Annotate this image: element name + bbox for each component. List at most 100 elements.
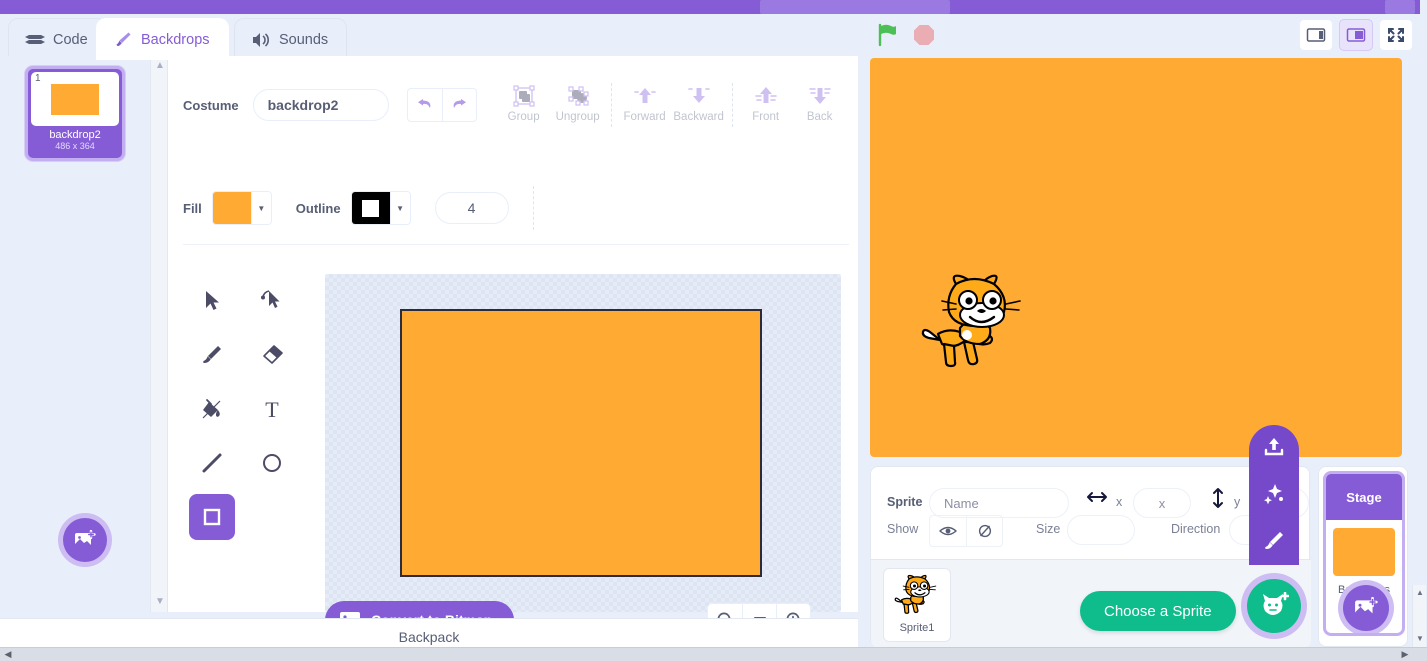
x-input[interactable]: x xyxy=(1133,488,1191,518)
fill-color-picker[interactable]: ▼ xyxy=(211,191,272,225)
stop-button[interactable] xyxy=(911,22,937,53)
backdrop-dimensions: 486 x 364 xyxy=(55,141,95,151)
show-button[interactable] xyxy=(930,516,966,546)
reshape-tool[interactable] xyxy=(249,278,295,324)
choose-sprite-fab[interactable] xyxy=(1247,579,1301,633)
tab-backdrops[interactable]: Backdrops xyxy=(96,18,229,60)
circle-tool[interactable] xyxy=(249,440,295,486)
scroll-down-icon[interactable]: ▼ xyxy=(154,596,166,608)
speaker-icon xyxy=(251,30,271,50)
fill-label: Fill xyxy=(183,200,202,216)
outline-width-input[interactable]: 4 xyxy=(434,192,509,224)
front-button[interactable]: Front xyxy=(739,83,793,123)
tab-label: Sounds xyxy=(279,31,329,48)
undo-button[interactable] xyxy=(408,89,442,121)
eraser-tool[interactable] xyxy=(249,332,295,378)
forward-button[interactable]: Forward xyxy=(618,83,672,123)
tab-bar: Code Backdrops Sounds xyxy=(0,14,860,60)
choose-backdrop-wrapper xyxy=(1338,580,1394,633)
paint-editor: 1 backdrop2 486 x 364 ▲ ▼ Costume backdr… xyxy=(0,56,858,639)
scratch-editor: Code Backdrops Sounds 1 backdrop2 486 x … xyxy=(0,0,1427,661)
paint-toolbar-row-1: Costume backdrop2 Group Ungroup Forward … xyxy=(183,76,847,134)
paint-sprite-button[interactable] xyxy=(1262,529,1286,558)
redo-button[interactable] xyxy=(441,89,476,121)
outline-color-picker[interactable]: ▼ xyxy=(350,191,411,225)
undo-icon xyxy=(417,99,430,108)
scroll-right-icon[interactable]: ▶ xyxy=(1399,649,1411,661)
stage-title: Stage xyxy=(1326,474,1402,520)
canvas-rectangle-shape[interactable] xyxy=(400,309,762,577)
scroll-up-icon[interactable]: ▲ xyxy=(1415,588,1425,598)
costume-name-input[interactable]: backdrop2 xyxy=(252,89,389,121)
text-tool[interactable]: T xyxy=(249,386,295,432)
reshape-icon xyxy=(261,290,280,308)
upload-sprite-button[interactable] xyxy=(1262,435,1286,464)
scroll-down-icon[interactable]: ▼ xyxy=(1415,634,1425,644)
large-stage-button[interactable] xyxy=(1339,19,1373,51)
sprite-label: Sprite xyxy=(887,495,923,509)
backdrop-list-scrollbar[interactable]: ▲ ▼ xyxy=(150,56,168,612)
scroll-left-icon[interactable]: ◀ xyxy=(2,649,14,661)
ungroup-icon xyxy=(568,86,589,106)
green-flag-button[interactable] xyxy=(875,22,901,53)
scroll-up-icon[interactable]: ▲ xyxy=(154,60,166,72)
chevron-down-icon: ▼ xyxy=(389,192,410,224)
arrange-label: Back xyxy=(806,111,833,123)
fullscreen-button[interactable] xyxy=(1379,19,1413,51)
add-backdrop-icon xyxy=(75,530,96,546)
backdrop-index: 1 xyxy=(35,73,41,84)
size-input[interactable] xyxy=(1067,515,1135,545)
sprite-name: Sprite1 xyxy=(899,622,935,634)
paintbucket-icon xyxy=(202,399,221,419)
sprite-list-item[interactable]: Sprite1 xyxy=(883,568,951,642)
choose-a-sprite-button[interactable]: Choose a Sprite xyxy=(1080,591,1236,631)
fill-tool[interactable] xyxy=(189,386,235,432)
window-horizontal-scrollbar[interactable]: ◀ ▶ xyxy=(0,647,1427,661)
back-button[interactable]: Back xyxy=(793,83,847,123)
stage-selector-card[interactable]: Stage Backdrops xyxy=(1323,471,1405,636)
choose-sprite-label: Choose a Sprite xyxy=(1104,602,1212,620)
backward-button[interactable]: Backward xyxy=(672,83,726,123)
toolbar-divider xyxy=(610,83,612,127)
backward-icon xyxy=(687,88,710,103)
sprite-list-scrollbar[interactable]: ▲ ▼ xyxy=(1412,585,1426,647)
backdrop-thumbnail: 1 xyxy=(31,72,119,126)
vertical-arrow-icon xyxy=(1211,487,1225,514)
add-backdrop-icon xyxy=(1355,597,1378,615)
line-tool[interactable] xyxy=(189,440,235,486)
arrange-buttons: Group Ungroup Forward Backward Front Bac… xyxy=(497,83,847,127)
select-tool[interactable] xyxy=(189,278,235,324)
backpack-label: Backpack xyxy=(398,628,460,645)
scratch-cat-sprite[interactable] xyxy=(920,270,1030,375)
group-button[interactable]: Group xyxy=(497,83,551,123)
choose-backdrop-button[interactable] xyxy=(1343,585,1389,631)
fill-color-swatch xyxy=(212,192,251,224)
hide-button[interactable] xyxy=(966,516,1002,546)
paint-sprite-icon xyxy=(1265,532,1283,549)
rectangle-tool[interactable] xyxy=(189,494,235,540)
stage-backdrop-thumbnail xyxy=(1333,528,1395,576)
small-stage-button[interactable] xyxy=(1299,19,1333,51)
tab-sounds[interactable]: Sounds xyxy=(234,18,348,60)
drawing-canvas[interactable] xyxy=(325,274,841,612)
large-stage-icon xyxy=(1346,28,1366,42)
tab-code[interactable]: Code xyxy=(8,18,107,60)
paint-canvas-pane: Costume backdrop2 Group Ungroup Forward … xyxy=(169,56,858,639)
brush-tool[interactable] xyxy=(189,332,235,378)
redo-icon xyxy=(453,99,467,108)
backdrop-list-item[interactable]: 1 backdrop2 486 x 364 xyxy=(25,66,125,161)
stage-canvas[interactable] xyxy=(870,58,1402,457)
brush-icon xyxy=(113,30,133,50)
ungroup-button[interactable]: Ungroup xyxy=(551,83,605,123)
costume-label: Costume xyxy=(183,97,239,113)
add-backdrop-button[interactable] xyxy=(63,518,107,562)
stage-column: Sprite Name x x y Show Size Direction Sp… xyxy=(860,0,1426,648)
forward-icon xyxy=(633,88,656,103)
surprise-sprite-button[interactable] xyxy=(1262,482,1286,511)
sprite-name-input[interactable]: Name xyxy=(929,488,1069,518)
eraser-icon xyxy=(263,345,283,364)
group-icon xyxy=(513,85,535,107)
sprite-actions-menu xyxy=(1249,425,1299,598)
code-icon xyxy=(25,30,45,50)
add-backdrop-wrapper xyxy=(58,513,112,567)
